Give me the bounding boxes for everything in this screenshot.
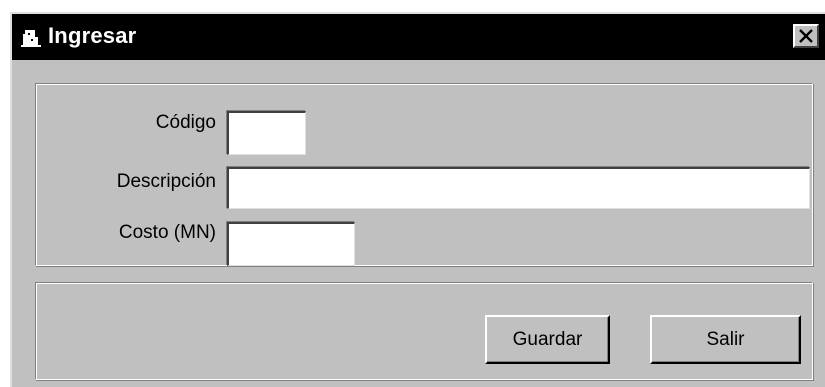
guardar-button[interactable]: Guardar [485, 315, 610, 364]
close-button[interactable] [793, 24, 819, 48]
app-window-icon [21, 28, 41, 48]
close-icon [799, 29, 813, 43]
costo-label: Costo (MN) [118, 222, 216, 243]
codigo-field[interactable] [227, 111, 306, 155]
buttons-group: Guardar Salir [35, 282, 813, 380]
window-title: Ingresar [48, 23, 137, 48]
salir-button[interactable]: Salir [650, 315, 801, 364]
title-bar[interactable]: Ingresar [12, 14, 825, 60]
fields-group: Código Descripción Costo (MN) [35, 83, 813, 266]
ingresar-dialog: Ingresar Código Descripción Costo (MN) G… [10, 12, 825, 387]
descripcion-label: Descripción [116, 171, 216, 192]
costo-field[interactable] [227, 222, 355, 266]
descripcion-field[interactable] [227, 167, 810, 209]
codigo-label: Código [155, 112, 216, 133]
